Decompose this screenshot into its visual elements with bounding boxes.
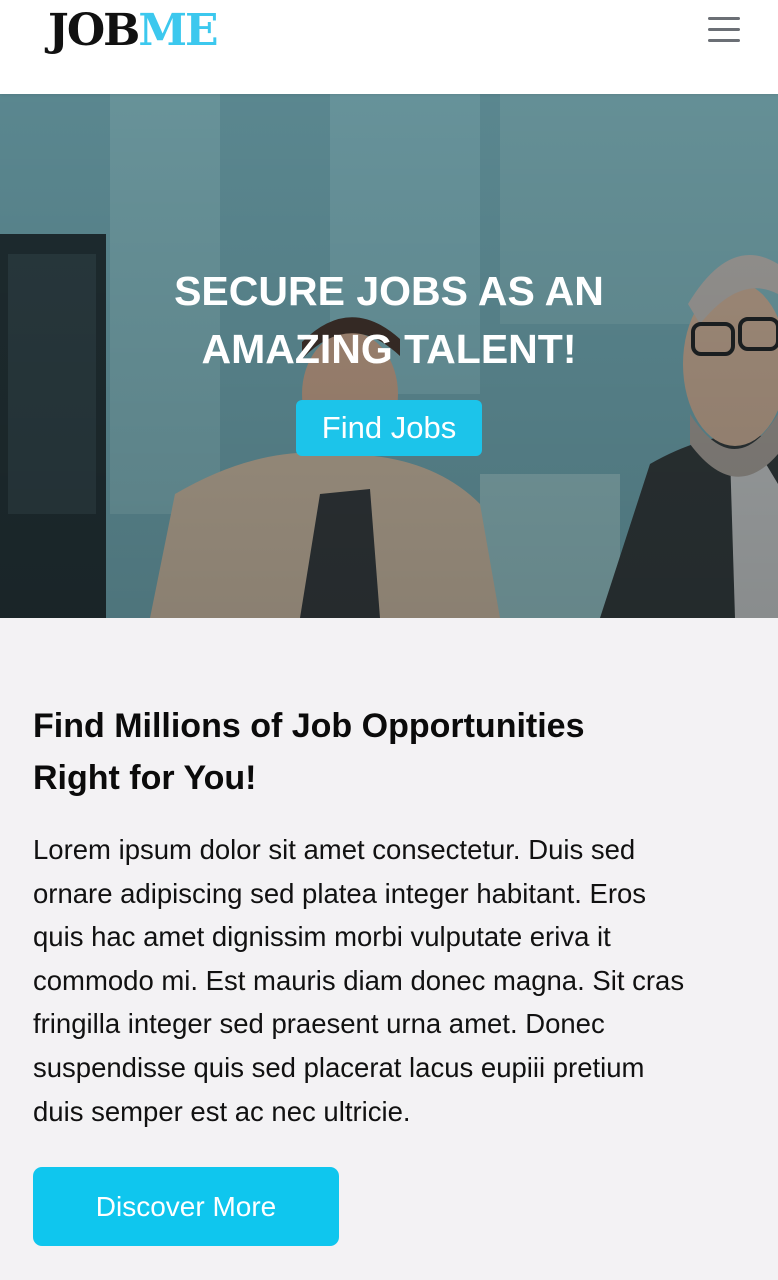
find-jobs-button[interactable]: Find Jobs	[296, 400, 482, 456]
intro-title: Find Millions of Job Opportunities Right…	[33, 707, 585, 797]
intro-section: Find Millions of Job Opportunities Right…	[0, 618, 778, 1280]
menu-bar-middle	[708, 28, 740, 31]
intro-body-text: Lorem ipsum dolor sit amet consectetur. …	[33, 834, 685, 1127]
jobme-logo[interactable]: JOBME	[48, 4, 219, 58]
hero-title: SECURE JOBS AS AN AMAZING TALENT!	[174, 268, 604, 372]
hero-banner: SECURE JOBS AS AN AMAZING TALENT! Find J…	[0, 94, 778, 618]
menu-bar-bottom	[708, 39, 740, 42]
discover-more-button[interactable]: Discover More	[33, 1167, 339, 1246]
hamburger-menu-icon[interactable]	[700, 14, 748, 46]
logo-text-me: ME	[138, 5, 218, 56]
logo-text-job: JOB	[48, 5, 140, 56]
top-navbar: JOBME	[0, 0, 778, 94]
menu-bar-top	[708, 17, 740, 20]
